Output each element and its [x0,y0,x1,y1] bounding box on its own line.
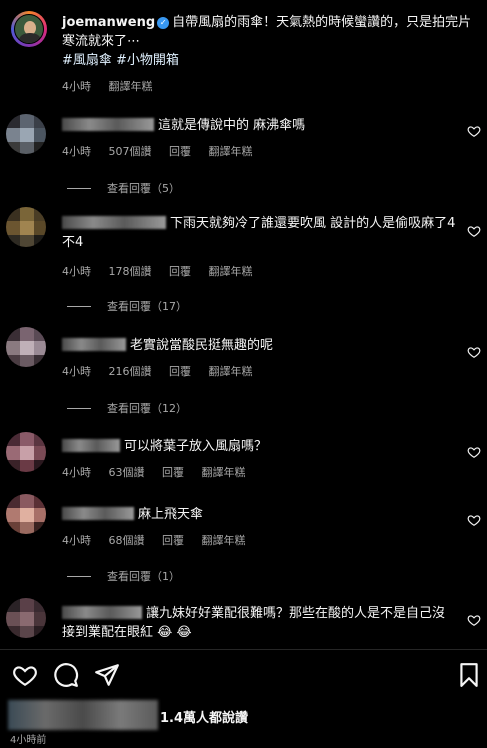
comment-heart-icon[interactable] [467,513,481,527]
comment-like-count[interactable]: 63個讚 [109,466,145,479]
comment-time: 4小時 [62,534,91,547]
comment-translate-link[interactable]: 翻譯年糕 [209,265,253,278]
caption-text: joemanweng ✓ 自帶風扇的雨傘！天氣熱的時候蠻讚的，只是拍完片寒流就來了⋯… [62,13,472,70]
likes-count[interactable]: 1.4萬人都說讚 [160,707,248,726]
likes-summary: 1.4萬人都說讚 [0,700,487,732]
commenter-avatar[interactable] [6,432,46,472]
likers-avatars-blurred[interactable] [8,700,158,730]
comment-body: 老實說當酸民挺無趣的呢 [130,338,274,353]
comment-text: 下雨天就夠冷了誰還要吹風 設計的人是偷吸麻了4不4 [62,214,457,252]
view-replies-link[interactable]: 查看回覆（1） [67,568,180,584]
comment-time: 4小時 [62,365,91,378]
comment-heart-icon[interactable] [467,124,481,138]
author-avatar[interactable] [11,11,47,47]
comment-text: 讓九妹好好業配很難嗎？那些在酸的人是不是自己沒接到業配在眼紅 😂 😂 [62,604,457,642]
commenter-username-blurred[interactable] [62,507,134,520]
comment-body: 可以將葉子放入風扇嗎？ [124,439,268,454]
comment-text: 麻上飛天傘 [62,505,457,524]
comment-reply-link[interactable]: 回覆 [162,534,184,547]
comment-meta: 4小時 178個讚 回覆 翻譯年糕 [62,263,267,279]
comment-heart-icon[interactable] [467,224,481,238]
comment-like-count[interactable]: 68個讚 [109,534,145,547]
commenter-username-blurred[interactable] [62,338,126,351]
commenter-avatar[interactable] [6,207,46,247]
caption-hashtags[interactable]: #風扇傘 #小物開箱 [62,53,179,68]
comment-translate-link[interactable]: 翻譯年糕 [209,365,253,378]
caption-time: 4小時 [62,80,91,93]
comment-translate-link[interactable]: 翻譯年糕 [202,466,246,479]
verified-badge-icon: ✓ [157,17,170,29]
view-replies-link[interactable]: 查看回覆（12） [67,400,187,416]
comment-text: 老實說當酸民挺無趣的呢 [62,336,457,355]
comment-heart-icon[interactable] [467,445,481,459]
comment-reply-link[interactable]: 回覆 [162,466,184,479]
post-timestamp: 4小時前 [10,735,47,746]
comment-meta: 4小時 216個讚 回覆 翻譯年糕 [62,363,267,379]
comment-body: 這就是傳說中的 麻沸傘嗎 [158,118,306,133]
comment-text: 可以將葉子放入風扇嗎？ [62,437,457,456]
commenter-username-blurred[interactable] [62,439,120,452]
commenter-username-blurred[interactable] [62,118,154,131]
comment-reply-link[interactable]: 回覆 [169,365,191,378]
heart-icon[interactable] [12,662,38,688]
comment-time: 4小時 [62,265,91,278]
commenter-username-blurred[interactable] [62,216,166,229]
divider [0,649,487,650]
view-replies-link[interactable]: 查看回覆（17） [67,298,187,314]
comment-heart-icon[interactable] [467,613,481,627]
comment-time: 4小時 [62,145,91,158]
comment-reply-link[interactable]: 回覆 [169,265,191,278]
comment-like-count[interactable]: 216個讚 [109,365,152,378]
comment-body: 麻上飛天傘 [138,507,204,522]
commenter-username-blurred[interactable] [62,606,142,619]
comment-icon[interactable] [53,662,79,688]
post-caption: joemanweng ✓ 自帶風扇的雨傘！天氣熱的時候蠻讚的，只是拍完片寒流就來了⋯… [0,0,487,100]
comment-translate-link[interactable]: 翻譯年糕 [202,534,246,547]
commenter-avatar[interactable] [6,327,46,367]
caption-translate-link[interactable]: 翻譯年糕 [109,80,153,93]
author-username[interactable]: joemanweng [62,15,155,30]
commenter-avatar[interactable] [6,114,46,154]
comment-meta: 4小時 507個讚 回覆 翻譯年糕 [62,143,267,159]
post-action-bar [0,662,487,690]
comment-meta: 4小時 63個讚 回覆 翻譯年糕 [62,464,260,480]
bookmark-icon[interactable] [456,662,482,688]
comment-text: 這就是傳說中的 麻沸傘嗎 [62,116,457,135]
comment-like-count[interactable]: 178個讚 [109,265,152,278]
send-icon[interactable] [94,662,120,688]
commenter-avatar[interactable] [6,494,46,534]
view-replies-link[interactable]: 查看回覆（5） [67,180,180,196]
commenter-avatar[interactable] [6,598,46,638]
comment-heart-icon[interactable] [467,345,481,359]
comment-reply-link[interactable]: 回覆 [169,145,191,158]
comment-meta: 4小時 68個讚 回覆 翻譯年糕 [62,532,260,548]
comment-like-count[interactable]: 507個讚 [109,145,152,158]
comment-time: 4小時 [62,466,91,479]
comment-translate-link[interactable]: 翻譯年糕 [209,145,253,158]
caption-meta: 4小時 翻譯年糕 [62,78,167,94]
